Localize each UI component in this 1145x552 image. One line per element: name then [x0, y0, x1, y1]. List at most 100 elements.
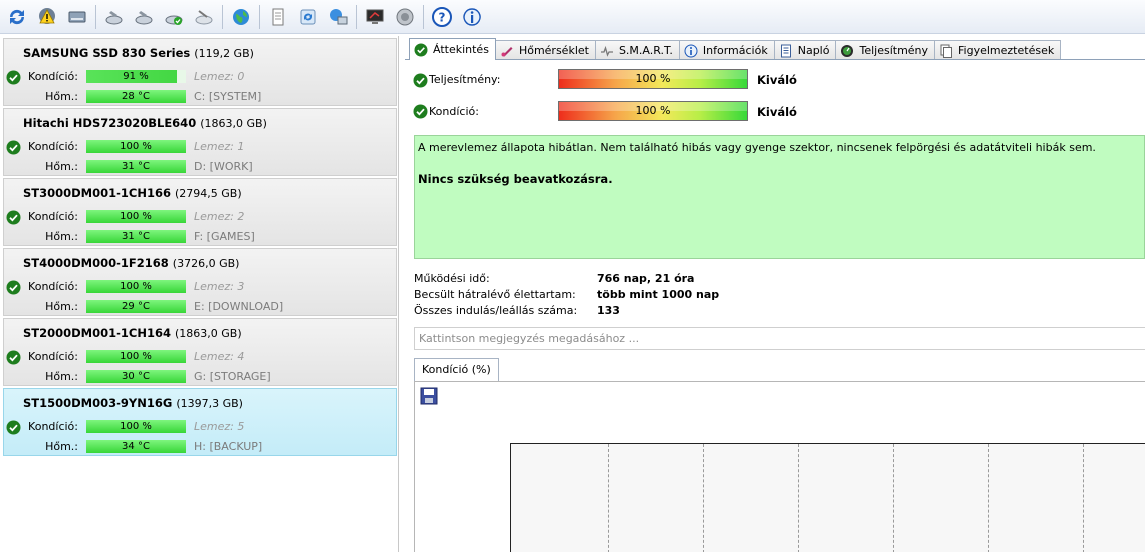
disk-name: ST4000DM000-1F2168 (3726,0 GB) [23, 256, 240, 270]
refresh-icon [9, 9, 25, 24]
temperature-bar: 34 °C [86, 440, 186, 453]
detail-panel: Áttekintés Hőmérséklet S.M.A.R.T. Inform… [405, 36, 1145, 552]
disk-item[interactable]: SAMSUNG SSD 830 Series (119,2 GB) Kondíci… [3, 38, 397, 106]
sound-button[interactable] [392, 4, 418, 30]
performance-label: Teljesítmény: [429, 73, 501, 86]
condition-bar: 100 % [558, 101, 748, 121]
sync-button[interactable] [295, 4, 321, 30]
tab-smart[interactable]: S.M.A.R.T. [594, 40, 680, 60]
condition-label: Kondíció: [28, 350, 78, 363]
condition-label: Kondíció: [28, 210, 78, 223]
disk-settings-icon [135, 10, 153, 24]
disk-button[interactable] [64, 4, 90, 30]
chart-plot [510, 443, 1145, 552]
disk-number: Lemez: 0 [194, 70, 245, 83]
note-input[interactable]: Kattintson megjegyzés megadásához ... [414, 327, 1145, 350]
toolbar-separator [423, 4, 424, 29]
condition-label: Kondíció: [28, 280, 78, 293]
temperature-bar: 28 °C [86, 90, 186, 103]
condition-bar: 91 % [86, 70, 186, 83]
temperature-bar: 31 °C [86, 160, 186, 173]
disk-size: (1397,3 GB) [176, 397, 243, 410]
monitor-button[interactable] [362, 4, 388, 30]
gauge-icon [841, 44, 854, 57]
grid-line [703, 444, 704, 552]
info-icon [463, 7, 481, 26]
disk-name: ST3000DM001-1CH166 (2794,5 GB) [23, 186, 242, 200]
drive-letter: C: [SYSTEM] [194, 90, 262, 103]
condition-bar: 100 % [86, 280, 186, 293]
tab-divider [405, 59, 1145, 60]
lifetime-label: Becsült hátralévő élettartam: [414, 288, 576, 301]
status-action: Nincs szükség beavatkozásra. [418, 172, 613, 186]
condition-bar: 100 % [86, 210, 186, 223]
toolbar-separator [95, 4, 96, 29]
toolbar-separator [356, 4, 357, 29]
disk-check-button[interactable] [161, 4, 187, 30]
tab-overview[interactable]: Áttekintés [409, 38, 496, 60]
tab-performance[interactable]: Teljesítmény [835, 40, 936, 60]
disk-item[interactable]: ST4000DM000-1F2168 (3726,0 GB) Kondíció: 1… [3, 248, 397, 316]
disk-settings-icon [105, 10, 123, 24]
disk-ok-icon [165, 15, 183, 25]
help-icon: ? [432, 6, 452, 27]
drive-letter: D: [WORK] [194, 160, 253, 173]
log-icon [780, 44, 791, 57]
chart-area [414, 381, 1145, 552]
startstop-label: Összes indulás/leállás száma: [414, 304, 578, 317]
disk-list: SAMSUNG SSD 830 Series (119,2 GB) Kondíci… [0, 36, 399, 552]
tab-label: Információk [702, 44, 768, 57]
lifetime-value: több mint 1000 nap [597, 288, 720, 301]
disk-item[interactable]: Hitachi HDS723020BLE640 (1863,0 GB) Kondí… [3, 108, 397, 176]
tab-temperature[interactable]: Hőmérséklet [494, 40, 596, 60]
help-button[interactable]: ? [429, 4, 455, 30]
toolbar: ? [0, 0, 1145, 34]
tab-log[interactable]: Napló [773, 40, 837, 60]
disk-settings-button[interactable] [101, 4, 127, 30]
tab-label: S.M.A.R.T. [618, 44, 673, 57]
disk-name: ST1500DM003-9YN16G (1397,3 GB) [23, 396, 243, 410]
condition-bar: 100 % [86, 350, 186, 363]
document-icon [272, 8, 284, 25]
status-text: A merevlemez állapota hibátlan. Nem talá… [418, 141, 1096, 154]
performance-rating: Kiváló [757, 73, 797, 87]
uptime-value: 766 nap, 21 óra [597, 272, 695, 285]
drive-letter: F: [GAMES] [194, 230, 255, 243]
tab-information[interactable]: Információk [678, 40, 775, 60]
network-button[interactable] [325, 4, 351, 30]
condition-label: Kondíció: [28, 420, 78, 433]
temperature-label: Hőm.: [45, 90, 78, 103]
disk-item[interactable]: ST2000DM001-1CH164 (1863,0 GB) Kondíció: 1… [3, 318, 397, 386]
grid-line [893, 444, 894, 552]
refresh-button[interactable] [4, 4, 30, 30]
info-button[interactable] [459, 4, 485, 30]
temperature-label: Hőm.: [45, 230, 78, 243]
report-button[interactable] [265, 4, 291, 30]
tab-warnings[interactable]: Figyelmeztetések [934, 40, 1062, 60]
temperature-bar: 29 °C [86, 300, 186, 313]
disk-size: (1863,0 GB) [200, 117, 267, 130]
disk-tools-button[interactable] [191, 4, 217, 30]
thermometer-icon [501, 46, 513, 56]
alert-button[interactable] [34, 4, 60, 30]
disk-item[interactable]: ST3000DM001-1CH166 (2794,5 GB) Kondíció: 1… [3, 178, 397, 246]
grid-line [988, 444, 989, 552]
disk-number: Lemez: 1 [194, 140, 245, 153]
disk-number: Lemez: 2 [194, 210, 245, 223]
performance-value: 100 % [635, 72, 671, 85]
grid-line [798, 444, 799, 552]
web-button[interactable] [228, 4, 254, 30]
condition-bar: 100 % [86, 420, 186, 433]
save-button[interactable] [420, 387, 438, 405]
condition-rating: Kiváló [757, 105, 797, 119]
disk-number: Lemez: 4 [194, 350, 245, 363]
disk-item[interactable]: ST1500DM003-9YN16G (1397,3 GB) Kondíció: 1… [3, 388, 397, 456]
disk-size: (2794,5 GB) [175, 187, 242, 200]
disk-settings-button-2[interactable] [131, 4, 157, 30]
monitor-icon [366, 9, 384, 24]
tab-label: Figyelmeztetések [958, 44, 1055, 57]
condition-value: 100 % [635, 104, 671, 117]
chart-tab-condition[interactable]: Kondíció (%) [414, 358, 499, 381]
warning-icon [39, 7, 55, 24]
condition-label: Kondíció: [28, 70, 78, 83]
